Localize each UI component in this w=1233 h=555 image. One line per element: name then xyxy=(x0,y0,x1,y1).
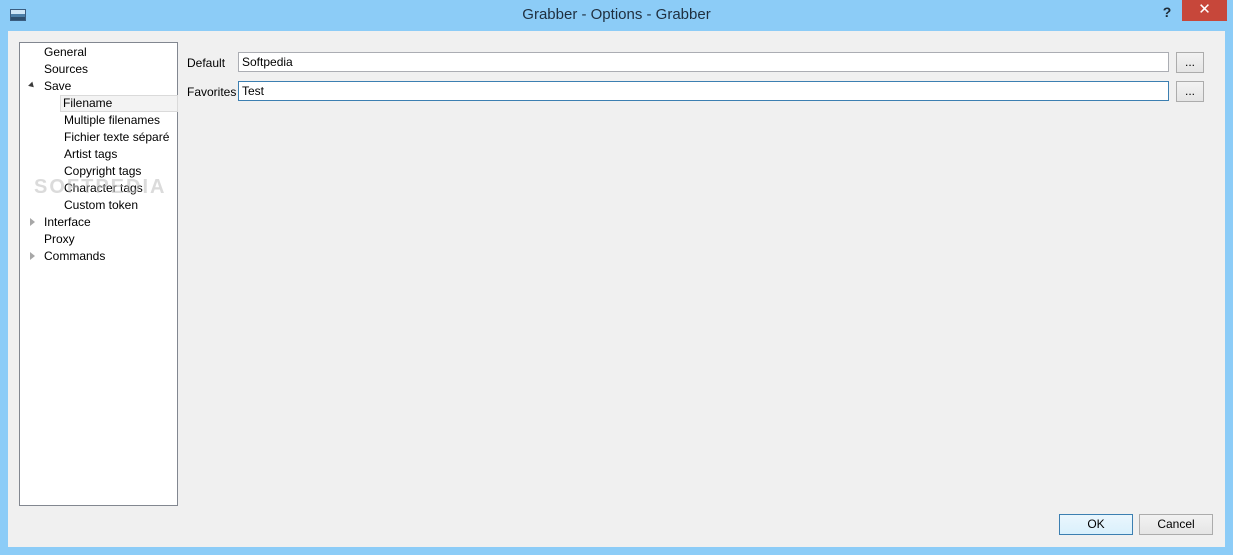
ok-button[interactable]: OK xyxy=(1059,514,1133,535)
favorites-label: Favorites xyxy=(187,85,237,99)
tree-item-general[interactable]: General xyxy=(42,44,89,61)
tree-item-sources[interactable]: Sources xyxy=(42,61,90,78)
expanded-arrow-icon[interactable] xyxy=(28,81,36,90)
close-icon: ✕ xyxy=(1198,1,1211,18)
tree-item-multiple-filenames[interactable]: Multiple filenames xyxy=(62,112,162,129)
tree-item-filename[interactable]: Filename xyxy=(60,95,178,112)
default-filename-input[interactable] xyxy=(238,52,1169,72)
collapsed-arrow-icon[interactable] xyxy=(30,252,35,260)
options-window: Grabber - Options - Grabber ? ✕ General … xyxy=(0,0,1233,555)
default-label: Default xyxy=(187,56,226,70)
tree-item-commands[interactable]: Commands xyxy=(42,248,107,265)
favorites-browse-button[interactable]: ... xyxy=(1176,81,1204,102)
window-title: Grabber - Options - Grabber xyxy=(522,6,711,23)
close-button[interactable]: ✕ xyxy=(1182,0,1227,21)
help-button[interactable]: ? xyxy=(1156,2,1178,22)
cancel-button[interactable]: Cancel xyxy=(1139,514,1213,535)
tree-item-custom-token[interactable]: Custom token xyxy=(62,197,140,214)
tree-item-artist-tags[interactable]: Artist tags xyxy=(62,146,119,163)
title-bar[interactable]: Grabber - Options - Grabber ? ✕ xyxy=(0,0,1233,31)
tree-item-copyright-tags[interactable]: Copyright tags xyxy=(62,163,143,180)
collapsed-arrow-icon[interactable] xyxy=(30,218,35,226)
favorites-filename-input[interactable] xyxy=(238,81,1169,101)
tree-item-character-tags[interactable]: Character tags xyxy=(62,180,145,197)
tree-item-proxy[interactable]: Proxy xyxy=(42,231,77,248)
settings-tree[interactable]: General Sources Save Filename Multiple f… xyxy=(19,42,178,506)
default-browse-button[interactable]: ... xyxy=(1176,52,1204,73)
tree-item-save[interactable]: Save xyxy=(42,78,73,95)
tree-item-fichier-texte-separe[interactable]: Fichier texte séparé xyxy=(62,129,171,146)
dialog-body: General Sources Save Filename Multiple f… xyxy=(8,31,1225,547)
tree-item-interface[interactable]: Interface xyxy=(42,214,93,231)
